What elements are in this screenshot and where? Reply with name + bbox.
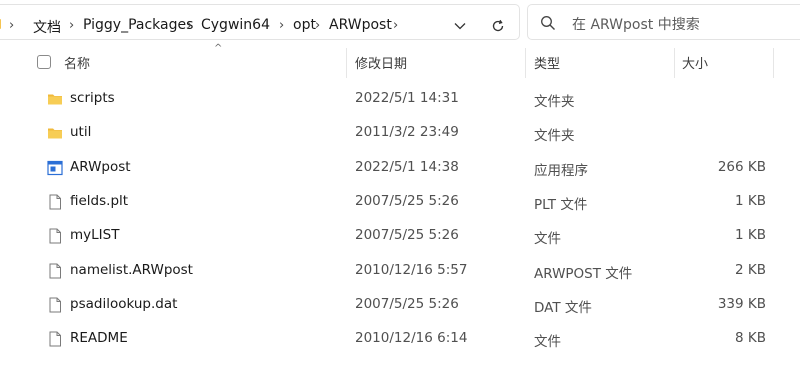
- file-type: 文件夹: [534, 94, 575, 110]
- file-row[interactable]: util 2011/3/2 23:49 文件夹: [28, 116, 774, 150]
- file-size: 339 KB: [717, 295, 766, 312]
- file-name: fields.plt: [70, 192, 129, 209]
- file-modified-date: 2007/5/25 5:26: [355, 295, 459, 312]
- breadcrumb-separator: ›: [9, 18, 15, 33]
- application-icon: [47, 160, 63, 176]
- file-type: 应用程序: [534, 162, 588, 179]
- file-name: psadilookup.dat: [70, 295, 178, 312]
- file-name: namelist.ARWpost: [70, 261, 193, 278]
- file-modified-date: 2007/5/25 5:26: [355, 227, 459, 244]
- breadcrumb-item-documents[interactable]: 文档: [33, 17, 61, 37]
- search-input[interactable]: 在 ARWpost 中搜索: [527, 4, 800, 40]
- file-type: DAT 文件: [534, 299, 592, 316]
- column-header-name-label: 名称: [64, 57, 91, 72]
- column-header-name[interactable]: ^ 名称: [28, 43, 346, 80]
- file-size: 8 KB: [735, 330, 766, 347]
- file-icon: [47, 331, 63, 347]
- column-header-modified-label: 修改日期: [355, 57, 408, 72]
- file-size: 1 KB: [735, 227, 766, 244]
- column-divider[interactable]: [773, 48, 774, 78]
- column-header-type-label: 类型: [534, 57, 561, 72]
- address-bar-area: › 文档 › Piggy_Packages › Cygwin64 › opt ›…: [0, 0, 800, 44]
- breadcrumb-separator: ›: [187, 18, 193, 33]
- file-icon: [47, 194, 63, 210]
- breadcrumb-separator: ›: [315, 18, 321, 33]
- file-row[interactable]: fields.plt 2007/5/25 5:26 PLT 文件 1 KB: [28, 185, 774, 219]
- file-modified-date: 2022/5/1 14:31: [355, 90, 459, 106]
- folder-icon: [47, 91, 63, 107]
- file-icon: [47, 297, 63, 313]
- column-header-row: ^ 名称 修改日期 类型 大小: [0, 43, 800, 80]
- chevron-down-icon[interactable]: [447, 13, 473, 39]
- file-size: 1 KB: [735, 192, 766, 209]
- folder-icon: [47, 125, 63, 141]
- file-icon: [47, 263, 63, 279]
- file-modified-date: 2010/12/16 6:14: [355, 330, 468, 347]
- file-modified-date: 2007/5/25 5:26: [355, 192, 459, 209]
- refresh-icon[interactable]: [485, 13, 511, 39]
- file-size: 2 KB: [735, 261, 766, 278]
- address-bar[interactable]: › 文档 › Piggy_Packages › Cygwin64 › opt ›…: [0, 4, 520, 40]
- file-icon: [47, 228, 63, 244]
- file-name: ARWpost: [70, 158, 131, 175]
- file-row[interactable]: psadilookup.dat 2007/5/25 5:26 DAT 文件 339 K…: [28, 288, 774, 322]
- file-type: 文件: [534, 334, 561, 351]
- file-name: scripts: [70, 90, 115, 106]
- file-size: 266 KB: [717, 158, 766, 175]
- file-modified-date: 2022/5/1 14:38: [355, 158, 459, 175]
- file-row[interactable]: scripts 2022/5/1 14:31 文件夹: [28, 82, 774, 116]
- column-header-size-label: 大小: [682, 57, 709, 72]
- file-row[interactable]: namelist.ARWpost 2010/12/16 5:57 ARWPOST 文…: [28, 254, 774, 288]
- file-row[interactable]: ARWpost 2022/5/1 14:38 应用程序 266 KB: [28, 151, 774, 185]
- file-row[interactable]: myLIST 2007/5/25 5:26 文件 1 KB: [28, 219, 774, 253]
- file-name: README: [70, 330, 128, 347]
- breadcrumb-item-piggy-packages[interactable]: Piggy_Packages: [83, 17, 193, 33]
- column-header-type[interactable]: 类型: [526, 44, 674, 80]
- folder-icon: [0, 19, 1, 29]
- file-type: 文件: [534, 231, 561, 248]
- file-name: util: [70, 124, 92, 141]
- sort-ascending-icon: ^: [214, 43, 223, 54]
- breadcrumb-item-opt[interactable]: opt: [293, 17, 316, 33]
- file-type: ARWPOST 文件: [534, 265, 633, 282]
- search-placeholder: 在 ARWpost 中搜索: [572, 17, 700, 33]
- file-modified-date: 2010/12/16 5:57: [355, 261, 468, 278]
- breadcrumb-separator: ›: [69, 18, 75, 33]
- file-type: PLT 文件: [534, 196, 588, 213]
- breadcrumb-separator: ›: [393, 18, 399, 33]
- column-header-modified[interactable]: 修改日期: [347, 44, 525, 80]
- file-name: myLIST: [70, 227, 120, 244]
- breadcrumb-item-cygwin64[interactable]: Cygwin64: [201, 17, 270, 33]
- search-icon: [540, 15, 556, 31]
- file-row[interactable]: README 2010/12/16 6:14 文件 8 KB: [28, 322, 774, 356]
- column-header-size[interactable]: 大小: [675, 44, 773, 80]
- breadcrumb-item-arwpost[interactable]: ARWpost: [329, 17, 392, 33]
- file-type: 文件夹: [534, 128, 575, 145]
- file-modified-date: 2011/3/2 23:49: [355, 124, 459, 141]
- breadcrumb-separator: ›: [279, 18, 285, 33]
